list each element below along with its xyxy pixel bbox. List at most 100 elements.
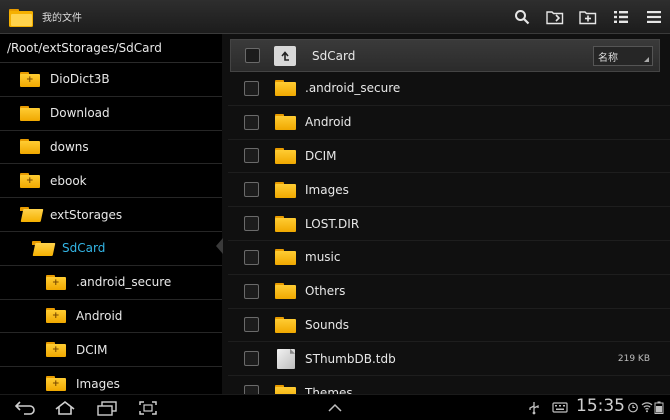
chevron-up-icon bbox=[328, 403, 342, 412]
tree-item-label: .android_secure bbox=[76, 275, 172, 290]
row-checkbox[interactable] bbox=[244, 283, 259, 299]
sort-label: 名称 bbox=[598, 52, 618, 64]
folder-icon bbox=[32, 240, 56, 256]
dropdown-arrow-icon bbox=[644, 57, 649, 62]
arrow-up-icon bbox=[281, 50, 289, 61]
row-checkbox[interactable] bbox=[244, 351, 259, 367]
add-button[interactable] bbox=[571, 0, 604, 34]
screenshot-button[interactable] bbox=[136, 399, 160, 417]
tree-item[interactable]: downs bbox=[0, 131, 222, 165]
list-view-button[interactable] bbox=[604, 0, 637, 34]
folder-icon bbox=[275, 316, 296, 333]
status-clock: 15:35 bbox=[576, 396, 625, 416]
up-level-button[interactable] bbox=[274, 45, 296, 66]
folder-icon: + bbox=[20, 173, 40, 189]
system-bar: 15:35 bbox=[0, 394, 670, 420]
tree-item[interactable]: + Images bbox=[0, 367, 222, 394]
file-name: .android_secure bbox=[305, 81, 401, 96]
file-row[interactable]: music bbox=[228, 241, 670, 275]
folder-icon bbox=[275, 283, 296, 300]
file-list-panel: SdCard 名称 .android_secure Android DCIM Imag… bbox=[228, 34, 670, 394]
file-name: Android bbox=[305, 115, 352, 130]
row-checkbox[interactable] bbox=[244, 249, 259, 265]
file-size: 219 KB bbox=[617, 353, 650, 364]
usb-icon bbox=[529, 402, 539, 415]
list-view-icon bbox=[613, 11, 628, 23]
search-icon bbox=[514, 10, 529, 25]
file-list-header: SdCard 名称 bbox=[230, 39, 660, 72]
file-name: SThumbDB.tdb bbox=[305, 351, 396, 366]
notifications-button[interactable] bbox=[326, 399, 344, 417]
directory-tree-panel: /Root/extStorages/SdCard + DioDict3B Downl… bbox=[0, 34, 222, 394]
row-checkbox[interactable] bbox=[244, 182, 259, 198]
alarm-icon bbox=[628, 402, 638, 413]
folder-icon: + bbox=[20, 71, 40, 87]
row-checkbox[interactable] bbox=[244, 148, 259, 164]
folder-icon bbox=[275, 249, 296, 266]
tree-item-label: Download bbox=[50, 106, 110, 121]
tree-item[interactable]: + DCIM bbox=[0, 333, 222, 368]
current-folder-title: SdCard bbox=[312, 48, 356, 63]
file-name: music bbox=[305, 250, 341, 265]
file-row[interactable]: Images bbox=[228, 173, 670, 208]
tree-item[interactable]: + .android_secure bbox=[0, 266, 222, 300]
folder-icon bbox=[20, 207, 44, 223]
selection-pointer bbox=[216, 238, 223, 254]
file-row[interactable]: DCIM bbox=[228, 140, 670, 174]
action-bar: 我的文件 bbox=[0, 0, 670, 34]
folder-icon bbox=[275, 80, 296, 97]
search-button[interactable] bbox=[505, 0, 538, 34]
row-checkbox[interactable] bbox=[244, 114, 259, 130]
tree-item-label: SdCard bbox=[62, 241, 106, 256]
folder-icon: + bbox=[46, 274, 66, 290]
tree-item[interactable]: Download bbox=[0, 97, 222, 131]
tree-item-label: ebook bbox=[50, 173, 87, 188]
folder-icon: + bbox=[46, 342, 66, 358]
row-checkbox[interactable] bbox=[244, 80, 259, 96]
file-row[interactable]: Others bbox=[228, 275, 670, 309]
directory-tree: + DioDict3B Download downs + ebook extStorages… bbox=[0, 63, 222, 394]
select-all-checkbox[interactable] bbox=[245, 48, 260, 63]
recent-apps-button[interactable] bbox=[94, 399, 120, 417]
file-row[interactable]: LOST.DIR bbox=[228, 207, 670, 241]
add-icon bbox=[578, 11, 596, 25]
file-row[interactable]: Themes bbox=[228, 376, 670, 394]
file-row[interactable]: SThumbDB.tdb 219 KB bbox=[228, 342, 670, 377]
tree-item-label: downs bbox=[50, 139, 89, 154]
row-checkbox[interactable] bbox=[244, 317, 259, 333]
new-folder-button[interactable] bbox=[538, 0, 571, 34]
folder-icon bbox=[20, 139, 40, 155]
home-icon bbox=[55, 400, 75, 415]
file-row[interactable]: Sounds bbox=[228, 309, 670, 343]
folder-icon: + bbox=[46, 376, 66, 392]
wifi-icon bbox=[641, 402, 653, 413]
folder-app-icon[interactable] bbox=[8, 6, 34, 28]
folder-icon: + bbox=[46, 308, 66, 324]
tree-item[interactable]: SdCard bbox=[0, 232, 222, 266]
file-name: Images bbox=[305, 182, 349, 197]
home-button[interactable] bbox=[52, 399, 78, 417]
tree-item[interactable]: + ebook bbox=[0, 164, 222, 199]
file-name: Themes bbox=[305, 385, 353, 394]
tree-item[interactable]: extStorages bbox=[0, 198, 222, 232]
tree-item[interactable]: + Android bbox=[0, 300, 222, 334]
file-name: LOST.DIR bbox=[305, 216, 360, 231]
file-name: Others bbox=[305, 284, 346, 299]
tree-item[interactable]: + DioDict3B bbox=[0, 63, 222, 97]
recent-apps-icon bbox=[97, 401, 117, 416]
folder-icon bbox=[275, 215, 296, 232]
tree-item-label: Images bbox=[76, 376, 120, 391]
row-checkbox[interactable] bbox=[244, 385, 259, 394]
current-path: /Root/extStorages/SdCard bbox=[0, 34, 222, 63]
file-row[interactable]: .android_secure bbox=[228, 72, 670, 106]
row-checkbox[interactable] bbox=[244, 216, 259, 232]
tree-item-label: extStorages bbox=[50, 207, 123, 222]
screenshot-icon bbox=[139, 401, 157, 415]
file-name: DCIM bbox=[305, 148, 337, 163]
overflow-menu-button[interactable] bbox=[637, 0, 670, 34]
file-row[interactable]: Android bbox=[228, 106, 670, 140]
sort-dropdown[interactable]: 名称 bbox=[593, 46, 653, 66]
tree-item-label: DCIM bbox=[76, 342, 108, 357]
folder-icon bbox=[275, 114, 296, 131]
back-button[interactable] bbox=[12, 399, 38, 417]
